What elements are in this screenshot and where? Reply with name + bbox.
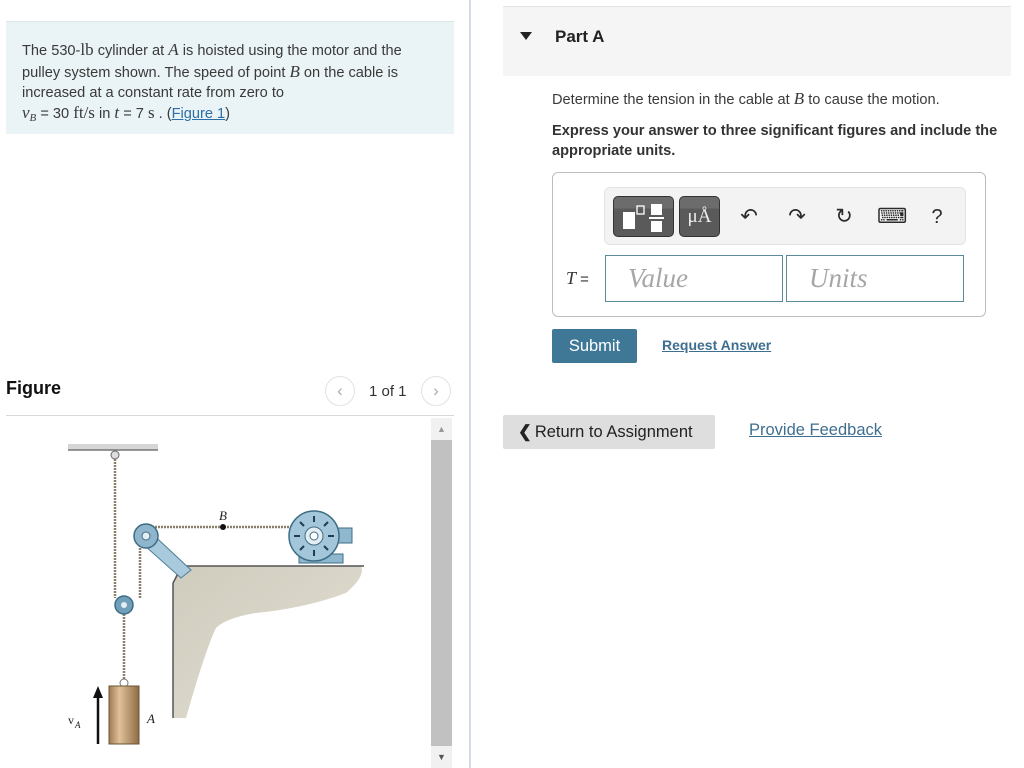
scrollbar-thumb[interactable] (431, 440, 452, 746)
request-answer-link[interactable]: Request Answer (662, 337, 771, 353)
question-text: Determine the tension in the cable at B … (552, 89, 940, 108)
answer-variable-label: T = (566, 268, 589, 288)
cylinder-a (108, 685, 140, 745)
problem-pane: The 530-lb cylinder at A is hoisted usin… (0, 0, 470, 768)
figure-header: Figure ‹ 1 of 1 › (6, 376, 454, 416)
submit-button[interactable]: Submit (552, 329, 637, 363)
figure-scrollbar[interactable]: ▲ ▼ (431, 418, 452, 768)
figure-title: Figure (6, 378, 62, 398)
provide-feedback-link[interactable]: Provide Feedback (749, 421, 882, 440)
problem-statement: The 530-lb cylinder at A is hoisted usin… (6, 21, 454, 134)
figure-image: B A v A (6, 418, 430, 768)
point-b (220, 524, 226, 530)
pulley-diagram: B A v A (68, 444, 364, 745)
ground-ledge (173, 566, 362, 718)
templates-icon (623, 204, 664, 232)
chevron-right-icon: › (433, 381, 439, 400)
figure-link[interactable]: Figure 1 (172, 106, 226, 122)
help-icon[interactable]: ? (924, 204, 950, 230)
part-a-header[interactable]: Part A (503, 6, 1011, 76)
svg-text:A: A (74, 720, 81, 730)
previous-figure-button[interactable]: ‹ (325, 376, 355, 406)
pane-divider[interactable] (469, 0, 471, 768)
chevron-left-icon: ❮ (518, 423, 532, 441)
value-input[interactable] (605, 255, 783, 302)
label-a: A (146, 711, 155, 726)
templates-button[interactable] (613, 196, 674, 237)
units-button[interactable]: μÅ (679, 196, 720, 237)
redo-icon[interactable]: ↷ (784, 204, 810, 230)
figure-page-indicator: 1 of 1 (369, 383, 407, 400)
units-input[interactable] (786, 255, 964, 302)
scroll-up-arrow-icon[interactable]: ▲ (431, 418, 452, 440)
scroll-down-arrow-icon[interactable]: ▼ (431, 746, 452, 768)
keyboard-icon[interactable]: ⌨ (877, 204, 907, 230)
caret-down-icon[interactable] (520, 32, 532, 40)
undo-icon[interactable]: ↶ (736, 204, 762, 230)
ceiling (68, 444, 158, 450)
instruction-text: Express your answer to three significant… (552, 123, 998, 159)
math-toolbar: μÅ ↶ ↷ ↻ ⌨ ? (604, 187, 966, 245)
label-va: v (68, 713, 74, 727)
answer-box: μÅ ↶ ↷ ↻ ⌨ ? T = (552, 172, 986, 317)
return-to-assignment-button[interactable]: ❮ Return to Assignment (503, 415, 715, 449)
label-b: B (219, 508, 227, 523)
ceiling-anchor (110, 450, 120, 460)
chevron-left-icon: ‹ (337, 381, 343, 400)
next-figure-button[interactable]: › (421, 376, 451, 406)
part-title: Part A (555, 27, 605, 46)
reset-icon[interactable]: ↻ (831, 204, 857, 230)
